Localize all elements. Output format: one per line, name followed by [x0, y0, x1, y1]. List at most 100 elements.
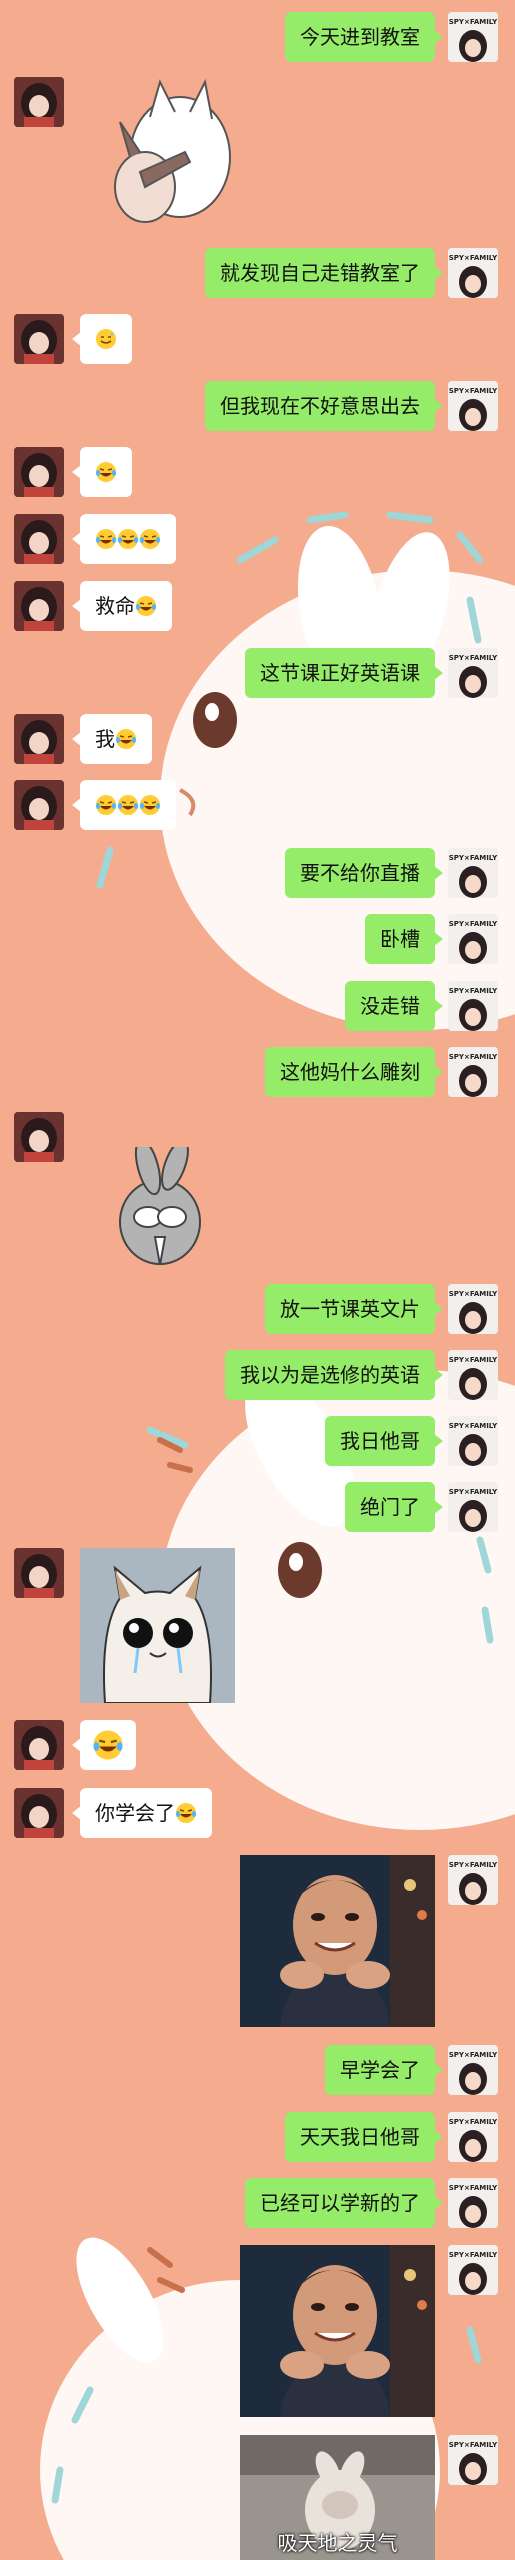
- svg-text:SPY×FAMILY: SPY×FAMILY: [449, 854, 498, 862]
- svg-text:SPY×FAMILY: SPY×FAMILY: [449, 987, 498, 995]
- received-message-bubble[interactable]: 救命: [72, 581, 172, 631]
- sent-message-bubble[interactable]: 今天进到教室: [285, 12, 443, 62]
- friend-avatar[interactable]: [14, 514, 64, 564]
- message-row: 这他妈什么雕刻 SPY×FAMILY: [0, 1047, 515, 1097]
- my-avatar[interactable]: SPY×FAMILY: [448, 381, 498, 431]
- my-avatar[interactable]: SPY×FAMILY: [448, 848, 498, 898]
- sent-message-bubble[interactable]: 就发现自己走错教室了: [205, 248, 443, 298]
- svg-text:SPY×FAMILY: SPY×FAMILY: [449, 2251, 498, 2259]
- received-message-bubble[interactable]: [72, 780, 176, 830]
- crying-laughing-emoji: [93, 1730, 123, 1760]
- grey-rabbit-covering-face-sticker[interactable]: [110, 1147, 210, 1267]
- friend-avatar[interactable]: [14, 77, 64, 127]
- friend-avatar[interactable]: [14, 581, 64, 631]
- svg-text:SPY×FAMILY: SPY×FAMILY: [449, 1861, 498, 1869]
- svg-text:SPY×FAMILY: SPY×FAMILY: [449, 1290, 498, 1298]
- sent-message-bubble[interactable]: 要不给你直播: [285, 848, 443, 898]
- received-message-bubble[interactable]: [72, 447, 132, 497]
- svg-text:SPY×FAMILY: SPY×FAMILY: [449, 654, 498, 662]
- my-avatar[interactable]: SPY×FAMILY: [448, 1482, 498, 1532]
- message-row: [0, 1720, 515, 1770]
- my-avatar[interactable]: SPY×FAMILY: [448, 248, 498, 298]
- message-row: 已经可以学新的了 SPY×FAMILY: [0, 2178, 515, 2228]
- my-avatar[interactable]: SPY×FAMILY: [448, 2178, 498, 2228]
- svg-text:SPY×FAMILY: SPY×FAMILY: [449, 2441, 498, 2449]
- sent-message-bubble[interactable]: 天天我日他哥: [285, 2112, 443, 2162]
- received-message-bubble[interactable]: 我: [72, 714, 152, 764]
- message-row: SPY×FAMILY: [0, 1855, 515, 2030]
- message-row: 放一节课英文片 SPY×FAMILY: [0, 1284, 515, 1334]
- friend-avatar[interactable]: [14, 1788, 64, 1838]
- crying-laughing-emoji: [118, 795, 138, 815]
- white-cat-hugging-rabbit-sticker[interactable]: [100, 77, 240, 232]
- crying-laughing-emoji: [136, 596, 156, 616]
- message-row: 吸天地之灵气 SPY×FAMILY: [0, 2435, 515, 2560]
- message-row: 今天进到教室 SPY×FAMILY: [0, 12, 515, 62]
- my-avatar[interactable]: SPY×FAMILY: [448, 648, 498, 698]
- sent-message-bubble[interactable]: 放一节课英文片: [265, 1284, 443, 1334]
- crying-laughing-emoji: [118, 529, 138, 549]
- message-row: 绝门了 SPY×FAMILY: [0, 1482, 515, 1532]
- gif-caption: 吸天地之灵气: [277, 2531, 398, 2555]
- friend-avatar[interactable]: [14, 780, 64, 830]
- crying-laughing-emoji: [96, 795, 116, 815]
- sent-message-bubble[interactable]: 已经可以学新的了: [245, 2178, 443, 2228]
- sent-message-bubble[interactable]: 但我现在不好意思出去: [205, 381, 443, 431]
- message-row: SPY×FAMILY: [0, 2245, 515, 2420]
- friend-avatar[interactable]: [14, 1548, 64, 1598]
- my-avatar[interactable]: SPY×FAMILY: [448, 1855, 498, 1905]
- svg-text:SPY×FAMILY: SPY×FAMILY: [449, 2118, 498, 2126]
- crying-laughing-emoji: [96, 529, 116, 549]
- crying-laughing-emoji: [140, 529, 160, 549]
- friend-avatar[interactable]: [14, 1112, 64, 1162]
- message-row: 天天我日他哥 SPY×FAMILY: [0, 2112, 515, 2162]
- my-avatar[interactable]: SPY×FAMILY: [448, 2045, 498, 2095]
- friend-avatar[interactable]: [14, 1720, 64, 1770]
- my-avatar[interactable]: SPY×FAMILY: [448, 1047, 498, 1097]
- smiling-man-hands-on-chin-photo[interactable]: [240, 1855, 435, 2027]
- received-message-bubble[interactable]: [72, 1720, 136, 1770]
- sent-message-bubble[interactable]: 早学会了: [325, 2045, 443, 2095]
- message-row: [0, 1548, 515, 1708]
- svg-text:SPY×FAMILY: SPY×FAMILY: [449, 18, 498, 26]
- svg-text:SPY×FAMILY: SPY×FAMILY: [449, 1422, 498, 1430]
- my-avatar[interactable]: SPY×FAMILY: [448, 2112, 498, 2162]
- sent-message-bubble[interactable]: 绝门了: [345, 1482, 443, 1532]
- sent-message-bubble[interactable]: 我以为是选修的英语: [225, 1350, 443, 1400]
- crying-laughing-emoji: [96, 462, 116, 482]
- sent-message-bubble[interactable]: 我日他哥: [325, 1416, 443, 1466]
- crying-laughing-emoji: [140, 795, 160, 815]
- svg-text:SPY×FAMILY: SPY×FAMILY: [449, 2184, 498, 2192]
- my-avatar[interactable]: SPY×FAMILY: [448, 1416, 498, 1466]
- smiling-man-hands-on-chin-photo[interactable]: [240, 2245, 435, 2417]
- received-message-bubble[interactable]: [72, 314, 132, 364]
- received-message-bubble[interactable]: 你学会了: [72, 1788, 212, 1838]
- received-message-bubble[interactable]: [72, 514, 176, 564]
- message-row: [0, 314, 515, 364]
- crying-laughing-emoji: [176, 1803, 196, 1823]
- message-row: 没走错 SPY×FAMILY: [0, 981, 515, 1031]
- my-avatar[interactable]: SPY×FAMILY: [448, 12, 498, 62]
- friend-avatar[interactable]: [14, 447, 64, 497]
- message-row: 但我现在不好意思出去 SPY×FAMILY: [0, 381, 515, 431]
- my-avatar[interactable]: SPY×FAMILY: [448, 981, 498, 1031]
- crying-cat-meme[interactable]: [80, 1548, 235, 1703]
- my-avatar[interactable]: SPY×FAMILY: [448, 914, 498, 964]
- friend-avatar[interactable]: [14, 314, 64, 364]
- my-avatar[interactable]: SPY×FAMILY: [448, 1284, 498, 1334]
- svg-text:SPY×FAMILY: SPY×FAMILY: [449, 1053, 498, 1061]
- sent-message-bubble[interactable]: 这节课正好英语课: [245, 648, 443, 698]
- sent-message-bubble[interactable]: 没走错: [345, 981, 443, 1031]
- my-avatar[interactable]: SPY×FAMILY: [448, 2245, 498, 2295]
- sent-message-bubble[interactable]: 卧槽: [365, 914, 443, 964]
- dancing-goat-gif[interactable]: 吸天地之灵气: [240, 2435, 435, 2560]
- my-avatar[interactable]: SPY×FAMILY: [448, 2435, 498, 2485]
- svg-text:SPY×FAMILY: SPY×FAMILY: [449, 254, 498, 262]
- friend-avatar[interactable]: [14, 714, 64, 764]
- message-row: [0, 447, 515, 497]
- message-row: 你学会了: [0, 1788, 515, 1838]
- sent-message-bubble[interactable]: 这他妈什么雕刻: [265, 1047, 443, 1097]
- my-avatar[interactable]: SPY×FAMILY: [448, 1350, 498, 1400]
- message-row: [0, 77, 515, 237]
- message-row: [0, 780, 515, 830]
